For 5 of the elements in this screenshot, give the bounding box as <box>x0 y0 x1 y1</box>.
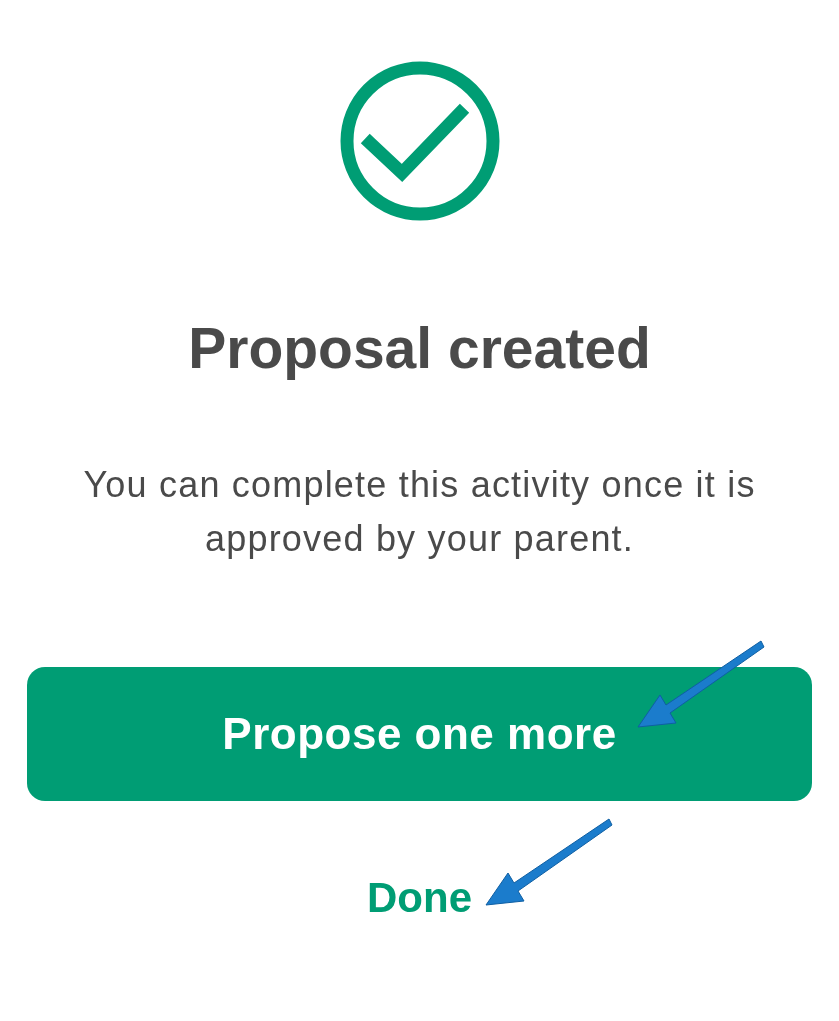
message-text: You can complete this activity once it is approved by your parent. <box>82 463 757 561</box>
dialog-title: Proposal created <box>188 315 651 382</box>
check-circle-icon <box>339 61 500 221</box>
propose-button[interactable]: Propose one more <box>27 667 812 801</box>
done-link[interactable]: Done <box>367 873 472 923</box>
